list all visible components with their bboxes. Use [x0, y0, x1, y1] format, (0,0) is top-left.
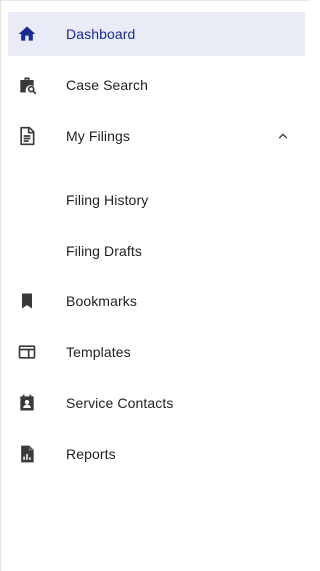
- sidebar-item-label: Dashboard: [66, 26, 136, 42]
- sidebar-item-label: Service Contacts: [66, 395, 174, 411]
- sidebar-item-label: Bookmarks: [66, 293, 137, 309]
- sidebar-item-label: My Filings: [66, 128, 131, 144]
- sidebar-item-templates[interactable]: Templates: [8, 330, 305, 374]
- sidebar-item-label: Templates: [66, 344, 131, 360]
- report-icon: [17, 444, 37, 464]
- home-icon: [17, 24, 37, 44]
- sidebar-item-label: Reports: [66, 446, 116, 462]
- sidebar-subitem-filing-history[interactable]: Filing History: [8, 178, 305, 222]
- sidebar-item-case-search[interactable]: Case Search: [8, 63, 305, 107]
- briefcase-search-icon: [17, 75, 37, 95]
- sidebar-item-label: Filing Drafts: [66, 243, 142, 259]
- chevron-up-icon[interactable]: [276, 129, 290, 143]
- sidebar-item-label: Case Search: [66, 77, 149, 93]
- sidebar: Dashboard Case Search My Filings Filing …: [0, 0, 310, 571]
- sidebar-item-label: Filing History: [66, 192, 149, 208]
- bookmark-icon: [17, 291, 37, 311]
- sidebar-item-reports[interactable]: Reports: [8, 432, 305, 476]
- sidebar-item-my-filings[interactable]: My Filings: [8, 114, 305, 158]
- contact-calendar-icon: [17, 393, 37, 413]
- document-icon: [17, 126, 37, 146]
- sidebar-item-dashboard[interactable]: Dashboard: [8, 12, 305, 56]
- sidebar-subitem-filing-drafts[interactable]: Filing Drafts: [8, 229, 305, 273]
- sidebar-item-service-contacts[interactable]: Service Contacts: [8, 381, 305, 425]
- template-icon: [17, 342, 37, 362]
- sidebar-item-bookmarks[interactable]: Bookmarks: [8, 279, 305, 323]
